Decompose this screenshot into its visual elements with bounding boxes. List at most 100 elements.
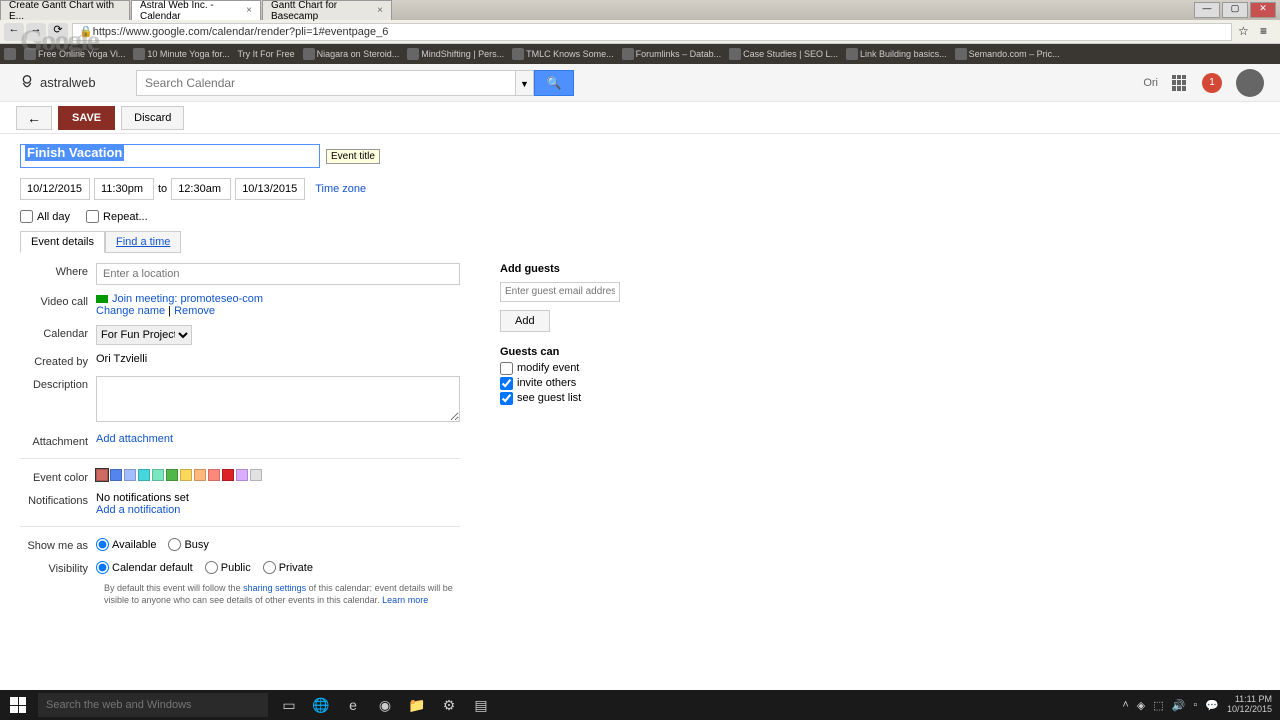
address-bar[interactable]: 🔒 https://www.google.com/calendar/render…	[72, 23, 1232, 41]
edge-icon[interactable]: e	[338, 690, 368, 720]
color-swatch[interactable]	[180, 469, 192, 481]
discard-button[interactable]: Discard	[121, 106, 184, 130]
browser-tab-active[interactable]: Astral Web Inc. - Calendar×	[131, 0, 261, 20]
task-view-icon[interactable]: ▭	[274, 690, 304, 720]
bookmark-item[interactable]: Semando.com – Pric...	[955, 48, 1060, 60]
bookmark-item[interactable]: Link Building basics...	[846, 48, 947, 60]
back-button[interactable]: ←	[16, 106, 52, 130]
nav-back-icon[interactable]: ←	[4, 23, 24, 41]
color-swatch[interactable]	[110, 469, 122, 481]
color-swatch[interactable]	[152, 469, 164, 481]
save-button[interactable]: SAVE	[58, 106, 115, 130]
tab-close-icon[interactable]: ×	[246, 5, 252, 16]
notifications-badge[interactable]: 1	[1202, 73, 1222, 93]
bookmark-item[interactable]: MindShifting | Pers...	[407, 48, 504, 60]
calendar-label: Calendar	[20, 325, 96, 345]
start-time-input[interactable]	[94, 178, 154, 200]
guest-email-input[interactable]	[500, 282, 620, 302]
location-input[interactable]	[96, 263, 460, 285]
search-dropdown-icon[interactable]: ▼	[516, 70, 534, 96]
visibility-label: Visibility	[20, 560, 96, 575]
tab-close-icon[interactable]: ×	[377, 5, 383, 16]
color-swatch[interactable]	[208, 469, 220, 481]
explorer-icon[interactable]: 📁	[402, 690, 432, 720]
calendar-select[interactable]: For Fun Project	[96, 325, 192, 345]
invite-others-checkbox[interactable]: invite others	[500, 377, 740, 390]
color-swatch[interactable]	[194, 469, 206, 481]
search-button[interactable]: 🔍	[534, 70, 574, 96]
tab-event-details[interactable]: Event details	[20, 231, 105, 253]
nav-reload-icon[interactable]: ⟳	[48, 23, 68, 41]
app-logo[interactable]: astralweb	[16, 67, 116, 99]
taskbar-app-icon[interactable]: ▤	[466, 690, 496, 720]
color-swatch[interactable]	[124, 469, 136, 481]
taskbar-app-icon[interactable]: ⚙	[434, 690, 464, 720]
join-meeting-link[interactable]: Join meeting: promoteseo-com	[112, 293, 263, 305]
apps-shortcut[interactable]	[4, 48, 16, 60]
taskbar-search[interactable]	[38, 693, 268, 717]
learn-more-link[interactable]: Learn more	[382, 595, 428, 605]
end-date-input[interactable]	[235, 178, 305, 200]
color-swatch[interactable]	[166, 469, 178, 481]
bookmark-item[interactable]: 10 Minute Yoga for...	[133, 48, 229, 60]
window-minimize[interactable]: —	[1194, 2, 1220, 18]
taskbar-clock[interactable]: 11:11 PM 10/12/2015	[1227, 695, 1272, 715]
bookmark-item[interactable]: Free Online Yoga Vi...	[24, 48, 125, 60]
bookmark-item[interactable]: Niagara on Steroid...	[303, 48, 400, 60]
description-textarea[interactable]	[96, 376, 460, 422]
busy-radio[interactable]: Busy	[168, 538, 208, 551]
modify-event-checkbox[interactable]: modify event	[500, 362, 740, 375]
nav-forward-icon[interactable]: →	[26, 23, 46, 41]
star-icon[interactable]: ☆	[1238, 24, 1254, 40]
search-input[interactable]	[136, 70, 516, 96]
repeat-checkbox[interactable]: Repeat...	[86, 210, 148, 223]
tray-up-icon[interactable]: ˄	[1122, 699, 1128, 711]
tray-icon[interactable]: ⬚	[1153, 699, 1163, 712]
tray-icon[interactable]: ◈	[1137, 699, 1145, 712]
window-maximize[interactable]: ▢	[1222, 2, 1248, 18]
change-name-link[interactable]: Change name	[96, 305, 165, 317]
bookmark-item[interactable]: TMLC Knows Some...	[512, 48, 614, 60]
taskbar-app-icon[interactable]: 🌐	[306, 690, 336, 720]
tray-icon[interactable]: 💬	[1205, 699, 1219, 712]
visibility-default-radio[interactable]: Calendar default	[96, 561, 193, 574]
allday-checkbox[interactable]: All day	[20, 210, 70, 223]
user-name[interactable]: Ori	[1143, 77, 1158, 89]
remove-video-link[interactable]: Remove	[174, 305, 215, 317]
see-guest-list-checkbox[interactable]: see guest list	[500, 392, 740, 405]
volume-icon[interactable]: 🔊	[1172, 699, 1186, 712]
to-label: to	[158, 183, 167, 195]
visibility-public-radio[interactable]: Public	[205, 561, 251, 574]
timezone-link[interactable]: Time zone	[315, 183, 366, 195]
color-swatch[interactable]	[96, 469, 108, 481]
bookmark-item[interactable]: Try It For Free	[237, 49, 294, 59]
apps-grid-icon[interactable]	[1172, 75, 1188, 91]
event-title-input[interactable]: Finish Vacation	[20, 144, 320, 168]
browser-tab[interactable]: Gantt Chart for Basecamp×	[262, 0, 392, 20]
chrome-icon[interactable]: ◉	[370, 690, 400, 720]
window-close[interactable]: ✕	[1250, 2, 1276, 18]
available-radio[interactable]: Available	[96, 538, 156, 551]
color-swatch[interactable]	[236, 469, 248, 481]
sharing-settings-link[interactable]: sharing settings	[243, 583, 306, 593]
color-swatch[interactable]	[250, 469, 262, 481]
visibility-private-radio[interactable]: Private	[263, 561, 313, 574]
color-swatch[interactable]	[222, 469, 234, 481]
color-swatch[interactable]	[138, 469, 150, 481]
bookmark-item[interactable]: Case Studies | SEO L...	[729, 48, 838, 60]
visibility-note: By default this event will follow the sh…	[104, 583, 460, 606]
start-button[interactable]	[0, 690, 36, 720]
createdby-value: Ori Tzvielli	[96, 353, 460, 368]
start-date-input[interactable]	[20, 178, 90, 200]
end-time-input[interactable]	[171, 178, 231, 200]
tab-find-time[interactable]: Find a time	[105, 231, 181, 253]
avatar[interactable]	[1236, 69, 1264, 97]
browser-tab[interactable]: Create Gantt Chart with E...	[0, 0, 130, 20]
menu-icon[interactable]: ≡	[1260, 24, 1276, 40]
add-notification-link[interactable]: Add a notification	[96, 504, 180, 516]
network-icon[interactable]: ▫	[1193, 699, 1197, 711]
add-guest-button[interactable]: Add	[500, 310, 550, 332]
bookmark-item[interactable]: Forumlinks – Datab...	[622, 48, 722, 60]
add-attachment-link[interactable]: Add attachment	[96, 433, 173, 445]
createdby-label: Created by	[20, 353, 96, 368]
